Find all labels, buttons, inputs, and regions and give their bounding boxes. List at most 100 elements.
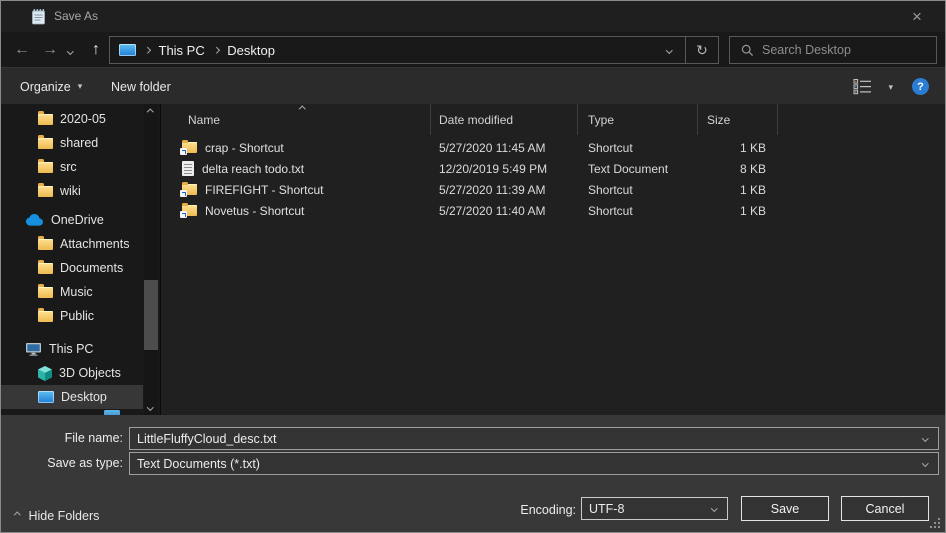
file-date: 5/27/2020 11:40 AM [431,204,578,218]
sidebar-item-shared[interactable]: shared [1,131,143,155]
notepad-icon [30,8,47,25]
table-row[interactable]: FIREFIGHT - Shortcut 5/27/2020 11:39 AM … [162,179,945,200]
folder-shortcut-icon [182,205,197,216]
chevron-down-icon [67,48,73,54]
file-name: delta reach todo.txt [202,162,304,176]
scroll-down-icon[interactable] [147,404,153,410]
save-label: Save [771,502,800,516]
chevron-down-icon [922,460,928,466]
column-label: Size [707,113,730,127]
organize-label: Organize [20,80,71,94]
forward-icon: → [42,41,58,59]
shortcut-arrow-icon [180,190,187,197]
back-button[interactable]: ← [9,36,35,63]
shortcut-arrow-icon [180,211,187,218]
title-bar: Save As × [1,1,945,32]
up-button[interactable]: ↑ [83,36,109,63]
search-input[interactable] [754,43,936,57]
breadcrumb-this-pc[interactable]: This PC [159,43,205,58]
details-view-icon[interactable] [853,78,873,95]
column-label: Date modified [439,113,513,127]
folder-icon [38,239,53,250]
forward-button[interactable]: → [37,36,63,63]
column-header-size[interactable]: Size [698,104,778,135]
hide-folders-button[interactable]: Hide Folders [15,503,99,528]
search-icon [741,44,754,57]
close-button[interactable]: × [895,1,939,32]
scrollbar-thumb[interactable] [144,280,158,350]
shortcut-arrow-icon [180,148,187,155]
sidebar-item-desktop[interactable]: Desktop [1,385,143,409]
sidebar-item-public[interactable]: Public [1,304,143,328]
sidebar-item-label: Public [60,309,94,323]
organize-button[interactable]: Organize ▾ [20,69,82,104]
sidebar-item-wiki[interactable]: wiki [1,179,143,203]
file-list-pane: Name Date modified Type Size crap - Shor… [162,104,945,415]
cancel-button[interactable]: Cancel [841,496,929,521]
cancel-label: Cancel [866,502,905,516]
scroll-up-icon[interactable] [147,109,153,115]
address-bar[interactable]: This PC Desktop ↻ [109,36,719,64]
sidebar-item-src[interactable]: src [1,155,143,179]
breadcrumb-desktop[interactable]: Desktop [227,43,275,58]
chevron-down-icon[interactable] [922,435,928,441]
sidebar-item-onedrive[interactable]: OneDrive [1,208,143,232]
sidebar-item-2020-05[interactable]: 2020-05 [1,107,143,131]
new-folder-button[interactable]: New folder [111,69,171,104]
sidebar-item-label: Music [60,285,93,299]
table-row[interactable]: Novetus - Shortcut 5/27/2020 11:40 AM Sh… [162,200,945,221]
help-icon: ? [917,81,924,93]
desktop-icon [38,391,54,403]
column-header-type[interactable]: Type [578,104,698,135]
file-type: Text Document [578,162,698,176]
folder-icon [38,263,53,274]
encoding-dropdown[interactable]: UTF-8 [581,497,728,520]
folder-icon [38,287,53,298]
file-name-input[interactable] [130,432,923,446]
address-dropdown-icon[interactable] [666,47,672,53]
folder-shortcut-icon [182,142,197,153]
new-folder-label: New folder [111,80,171,94]
file-name: crap - Shortcut [205,141,284,155]
file-name-combobox[interactable] [129,427,939,450]
onedrive-cloud-icon [25,214,44,226]
recent-locations-button[interactable] [63,44,77,58]
table-row[interactable]: delta reach todo.txt 12/20/2019 5:49 PM … [162,158,945,179]
sidebar-item-this-pc[interactable]: This PC [1,337,143,361]
resize-grip-icon[interactable] [930,518,932,520]
encoding-value: UTF-8 [582,502,712,516]
file-date: 12/20/2019 5:49 PM [431,162,578,176]
folder-icon [38,186,53,197]
sort-ascending-icon [299,106,305,112]
column-header-date-modified[interactable]: Date modified [431,104,578,135]
save-as-type-dropdown[interactable]: Text Documents (*.txt) [129,452,939,475]
sidebar-item-label: 3D Objects [59,366,121,380]
search-box[interactable] [729,36,937,64]
refresh-button[interactable]: ↻ [686,42,718,59]
file-date: 5/27/2020 11:45 AM [431,141,578,155]
sidebar-item-label: wiki [60,184,81,198]
file-name: Novetus - Shortcut [205,204,304,218]
bottom-panel: File name: Save as type: Text Documents … [1,415,945,532]
file-size: 8 KB [698,162,778,176]
table-row[interactable]: crap - Shortcut 5/27/2020 11:45 AM Short… [162,137,945,158]
help-button[interactable]: ? [912,78,929,95]
sidebar-item-music[interactable]: Music [1,280,143,304]
computer-icon [25,342,42,356]
sidebar-item-documents[interactable]: Documents [1,256,143,280]
sidebar-scrollbar[interactable] [144,104,158,415]
sidebar-item-attachments[interactable]: Attachments [1,232,143,256]
save-button[interactable]: Save [741,496,829,521]
encoding-label: Encoding: [506,503,576,517]
this-pc-icon [119,44,136,56]
folder-icon [38,138,53,149]
folder-icon [38,162,53,173]
sidebar-item-3d-objects[interactable]: 3D Objects [1,361,143,385]
command-toolbar: Organize ▾ New folder ▾ ? [1,69,945,104]
column-header-name[interactable]: Name [162,104,431,135]
file-rows: crap - Shortcut 5/27/2020 11:45 AM Short… [162,137,945,221]
sidebar-item-label: src [60,160,77,174]
navigation-bar: ← → ↑ This PC Desktop ↻ [1,32,945,68]
save-as-type-value: Text Documents (*.txt) [130,457,923,471]
view-dropdown-icon[interactable]: ▾ [888,82,893,93]
